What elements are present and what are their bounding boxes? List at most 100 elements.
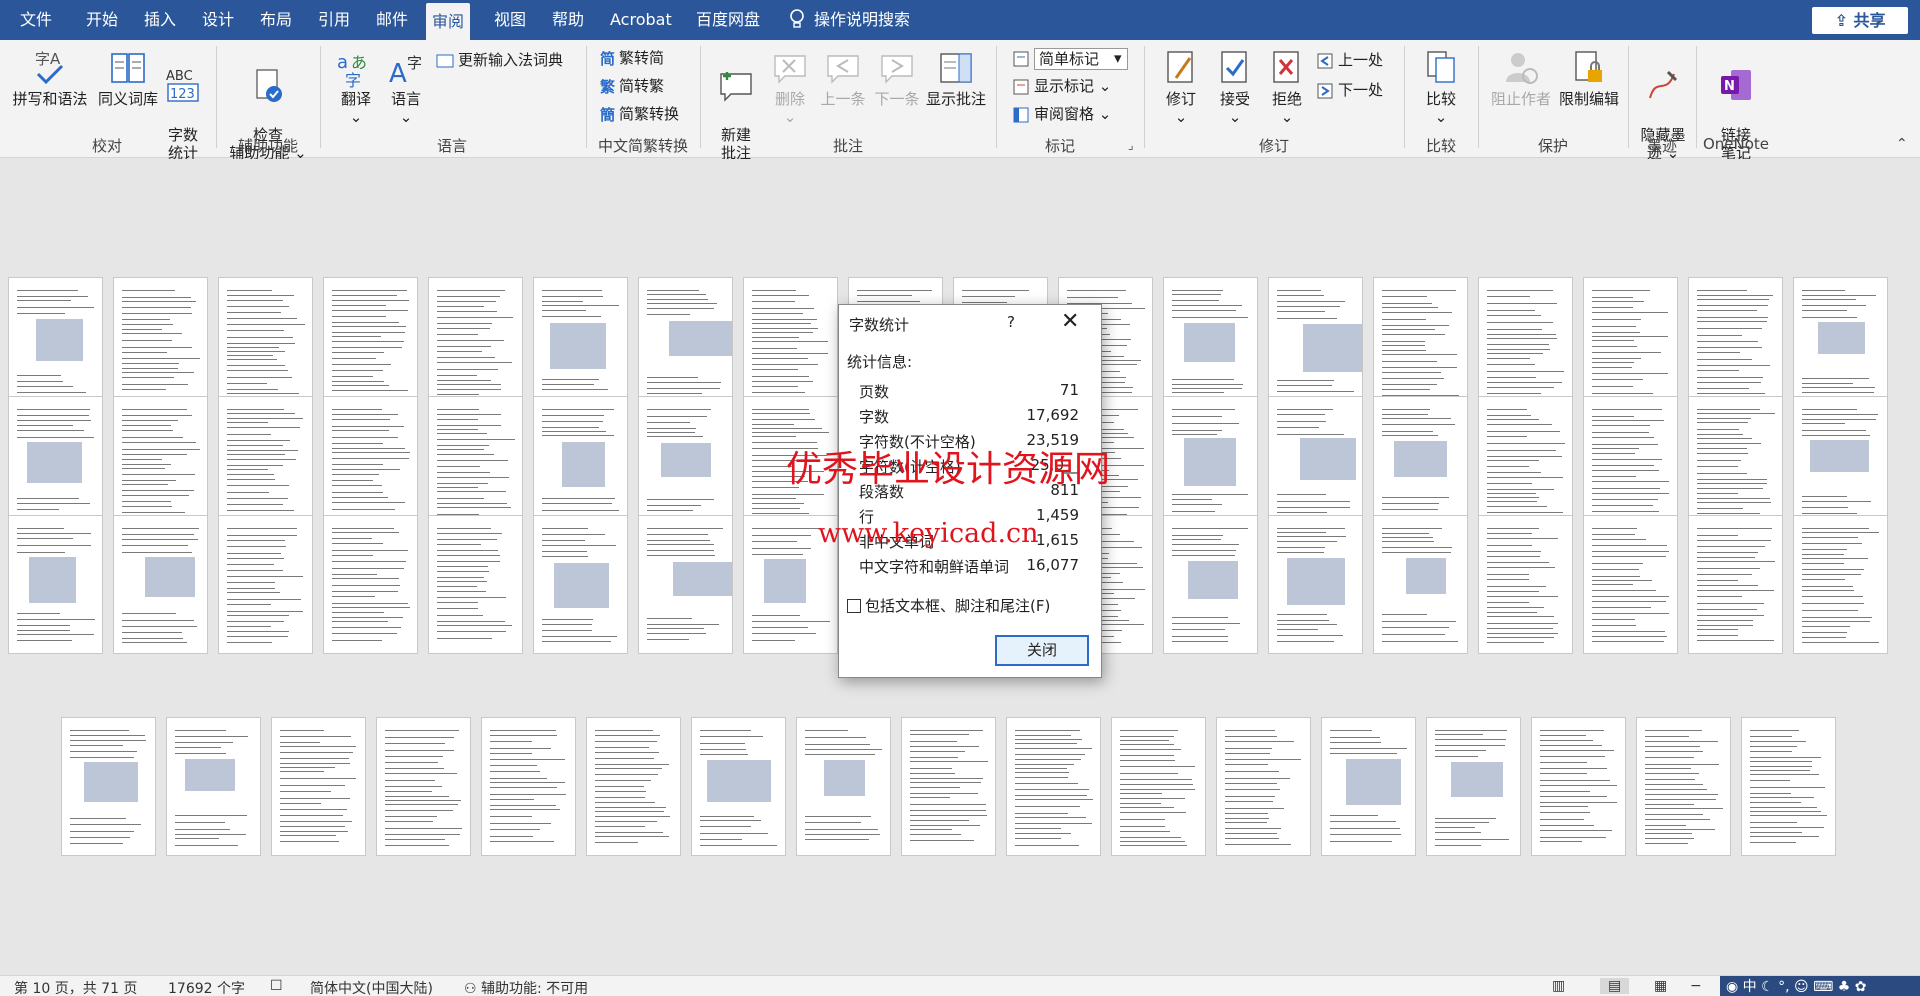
page-text-line bbox=[437, 581, 487, 582]
page-thumbnail[interactable] bbox=[1373, 515, 1468, 654]
word-count-icon: ABC 123 bbox=[166, 69, 199, 102]
print-layout-icon[interactable]: ▤ bbox=[1600, 978, 1630, 994]
page-thumbnail[interactable] bbox=[1321, 717, 1416, 856]
tab-help[interactable]: 帮助 bbox=[546, 0, 590, 40]
web-layout-icon[interactable]: ▦ bbox=[1654, 978, 1667, 994]
accessibility-status[interactable]: ⚇ 辅助功能: 不可用 bbox=[464, 978, 588, 996]
page-thumbnail[interactable] bbox=[1531, 717, 1626, 856]
page-text-line bbox=[1225, 796, 1275, 797]
markup-display-select[interactable]: 简单标记 ▾ bbox=[1012, 46, 1128, 70]
page-thumbnail[interactable] bbox=[1268, 515, 1363, 654]
accept-button[interactable]: 接受 ⌄ bbox=[1210, 48, 1260, 126]
page-text-line bbox=[332, 485, 382, 486]
page-thumbnail[interactable] bbox=[691, 717, 786, 856]
page-thumbnail[interactable] bbox=[323, 515, 418, 654]
word-count-indicator[interactable]: 17692 个字 bbox=[168, 978, 245, 996]
ime-toolbar[interactable]: ◉ 中 ☾ °, ☺ ⌨ ♣ ✿ bbox=[1720, 976, 1920, 996]
page-text-line bbox=[752, 308, 815, 309]
spelling-grammar-button[interactable]: 字A 拼写和语法 bbox=[10, 48, 90, 108]
show-markup-button[interactable]: 显示标记 ⌄ bbox=[1012, 74, 1111, 98]
checkbox-box[interactable] bbox=[847, 599, 861, 613]
help-icon[interactable]: ? bbox=[1007, 313, 1015, 331]
page-thumbnail[interactable] bbox=[1478, 515, 1573, 654]
language-button[interactable]: A字 语言 ⌄ bbox=[384, 48, 428, 126]
page-thumbnail[interactable] bbox=[1688, 515, 1783, 654]
close-button[interactable]: 关闭 bbox=[995, 635, 1089, 666]
review-pane-button[interactable]: 审阅窗格 ⌄ bbox=[1012, 102, 1111, 126]
tell-me-search[interactable]: 操作说明搜索 bbox=[788, 0, 910, 40]
tab-insert[interactable]: 插入 bbox=[138, 0, 182, 40]
page-thumbnail[interactable] bbox=[1793, 515, 1888, 654]
page-thumbnail[interactable] bbox=[481, 717, 576, 856]
next-comment-button[interactable]: 下一条 bbox=[870, 48, 924, 108]
tab-view[interactable]: 视图 bbox=[488, 0, 532, 40]
page-thumbnail[interactable] bbox=[218, 515, 313, 654]
delete-comment-button[interactable]: 删除 ⌄ bbox=[766, 48, 814, 126]
share-button[interactable]: ⇪ 共享 bbox=[1812, 7, 1908, 34]
page-thumbnail[interactable] bbox=[1111, 717, 1206, 856]
restrict-editing-button[interactable]: 限制编辑 bbox=[1556, 48, 1622, 108]
tab-review[interactable]: 审阅 bbox=[426, 3, 471, 40]
page-thumbnail[interactable] bbox=[638, 515, 733, 654]
tab-references[interactable]: 引用 bbox=[312, 0, 356, 40]
page-text-line bbox=[122, 528, 200, 529]
collapse-ribbon-icon[interactable]: ⌃ bbox=[1896, 136, 1908, 152]
reject-button[interactable]: 拒绝 ⌄ bbox=[1262, 48, 1312, 126]
page-text-line bbox=[1330, 815, 1378, 816]
update-ime-dictionary-button[interactable]: 更新输入法词典 bbox=[436, 48, 563, 72]
page-text-line bbox=[1015, 743, 1077, 744]
page-thumbnail[interactable] bbox=[901, 717, 996, 856]
proofing-status-icon[interactable]: ☐ bbox=[270, 978, 283, 994]
include-textboxes-checkbox[interactable]: 包括文本框、脚注和尾注(F) bbox=[847, 595, 1050, 616]
track-changes-button[interactable]: 修订 ⌄ bbox=[1156, 48, 1206, 126]
page-thumbnail[interactable] bbox=[1583, 515, 1678, 654]
simplified-to-traditional-button[interactable]: 繁简转繁 bbox=[600, 74, 664, 98]
tab-home[interactable]: 开始 bbox=[80, 0, 124, 40]
page-thumbnail[interactable] bbox=[61, 717, 156, 856]
block-authors-button[interactable]: 阻止作者 bbox=[1488, 48, 1554, 108]
thesaurus-button[interactable]: 同义词库 bbox=[94, 48, 162, 108]
next-change-button[interactable]: 下一处 bbox=[1316, 78, 1383, 102]
close-icon[interactable]: ✕ bbox=[1061, 309, 1079, 334]
page-thumbnail[interactable] bbox=[1426, 717, 1521, 856]
dialog-launcher-icon[interactable]: ⌟ bbox=[1128, 138, 1134, 152]
page-indicator[interactable]: 第 10 页，共 71 页 bbox=[14, 978, 137, 996]
page-thumbnail[interactable] bbox=[796, 717, 891, 856]
page-thumbnail[interactable] bbox=[1163, 515, 1258, 654]
compare-button[interactable]: 比较 ⌄ bbox=[1418, 48, 1464, 126]
page-thumbnail[interactable] bbox=[376, 717, 471, 856]
page-text-line bbox=[1487, 506, 1548, 507]
chinese-conversion-button[interactable]: 簡简繁转换 bbox=[600, 102, 679, 126]
zoom-out-icon[interactable]: − bbox=[1690, 978, 1702, 994]
language-indicator[interactable]: 简体中文(中国大陆) bbox=[310, 978, 433, 996]
tab-baidu-netdisk[interactable]: 百度网盘 bbox=[690, 0, 766, 40]
tab-design[interactable]: 设计 bbox=[196, 0, 240, 40]
tab-file[interactable]: 文件 bbox=[14, 0, 58, 40]
page-text-line bbox=[700, 754, 749, 755]
page-text-line bbox=[1802, 579, 1846, 580]
page-thumbnail[interactable] bbox=[113, 515, 208, 654]
previous-change-button[interactable]: 上一处 bbox=[1316, 48, 1383, 72]
read-mode-icon[interactable]: ▥ bbox=[1552, 978, 1565, 994]
page-text-line bbox=[542, 534, 606, 535]
page-thumbnail[interactable] bbox=[1741, 717, 1836, 856]
page-thumbnail[interactable] bbox=[166, 717, 261, 856]
tab-mailings[interactable]: 邮件 bbox=[370, 0, 414, 40]
page-thumbnail[interactable] bbox=[1216, 717, 1311, 856]
show-comments-button[interactable]: 显示批注 bbox=[924, 48, 988, 108]
page-thumbnail[interactable] bbox=[586, 717, 681, 856]
page-thumbnail[interactable] bbox=[1006, 717, 1101, 856]
translate-button[interactable]: aあ字 翻译 ⌄ bbox=[334, 48, 378, 126]
new-comment-icon bbox=[720, 72, 752, 102]
ribbon-separator bbox=[1144, 46, 1145, 148]
page-thumbnail[interactable] bbox=[271, 717, 366, 856]
previous-comment-button[interactable]: 上一条 bbox=[816, 48, 870, 108]
tab-acrobat[interactable]: Acrobat bbox=[604, 0, 678, 40]
traditional-to-simplified-button[interactable]: 简繁转简 bbox=[600, 46, 664, 70]
page-text-line bbox=[227, 454, 286, 455]
page-thumbnail[interactable] bbox=[428, 515, 523, 654]
page-thumbnail[interactable] bbox=[533, 515, 628, 654]
page-thumbnail[interactable] bbox=[8, 515, 103, 654]
tab-layout[interactable]: 布局 bbox=[254, 0, 298, 40]
page-thumbnail[interactable] bbox=[1636, 717, 1731, 856]
